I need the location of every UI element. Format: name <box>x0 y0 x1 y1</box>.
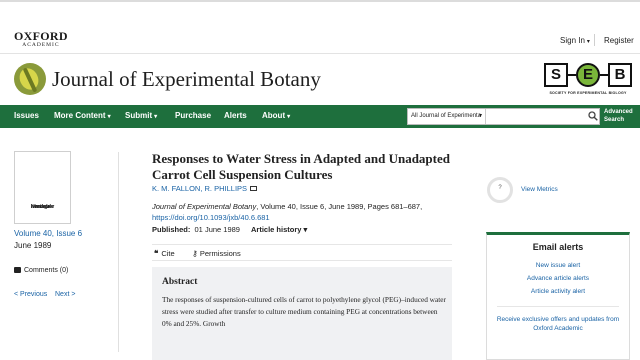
header-divider <box>594 34 595 46</box>
email-icon[interactable] <box>250 186 258 191</box>
article-authors[interactable]: K. M. FALLON, R. PHILLIPS <box>152 184 258 193</box>
publisher-sub: ACADEMIC <box>22 42 60 48</box>
advanced-search-link[interactable]: Advanced Search <box>604 109 633 124</box>
top-border <box>0 0 640 2</box>
nav-purchase[interactable]: Purchase <box>175 111 211 120</box>
chevron-down-icon: ▾ <box>154 114 158 120</box>
journal-banner: Journal of Experimental Botany S E B SOC… <box>0 55 640 105</box>
oxford-academic-logo[interactable]: OXFORD ACADEMIC <box>14 30 68 49</box>
search-icon[interactable] <box>588 111 598 121</box>
seb-letter-e: E <box>576 63 600 87</box>
citation-details: , Volume 40, Issue 6, June 1989, Pages 6… <box>256 202 423 211</box>
chevron-down-icon: ▾ <box>478 113 482 119</box>
issue-cover-placeholder[interactable]: No cover image available <box>14 151 71 224</box>
email-alerts-title: Email alerts <box>532 242 584 252</box>
permissions-button[interactable]: ⚷ Permissions <box>192 249 241 258</box>
nav-more-content[interactable]: More Content ▾ <box>54 111 111 120</box>
publisher-name: OXFORD <box>14 29 68 43</box>
previous-article-link[interactable]: < Previous <box>14 291 47 298</box>
nav-submit[interactable]: Submit ▾ <box>125 111 157 120</box>
seb-letter-b: B <box>608 63 632 87</box>
chevron-down-icon: ▾ <box>586 39 590 45</box>
chevron-down-icon: ▾ <box>303 225 308 234</box>
chevron-down-icon: ▾ <box>287 114 291 120</box>
doi-link[interactable]: https://doi.org/10.1093/jxb/40.6.681 <box>152 213 270 222</box>
published-info: Published: 01 June 1989 <box>152 225 240 234</box>
article-activity-alert-link[interactable]: Article activity alert <box>487 288 629 295</box>
main-nav: Issues More Content ▾ Submit ▾ Purchase Al… <box>0 105 640 128</box>
article-tools: ❝ Cite ⚷ Permissions <box>152 244 452 261</box>
publisher-header: OXFORD ACADEMIC Sign In ▾ Register <box>0 26 640 54</box>
abstract-heading: Abstract <box>162 277 198 287</box>
new-issue-alert-link[interactable]: New issue alert <box>487 262 629 269</box>
sign-in-label: Sign In <box>560 36 585 45</box>
abstract-text: The responses of suspension-cultured cel… <box>162 295 446 328</box>
nav-alerts[interactable]: Alerts <box>224 111 247 120</box>
seb-letter-s: S <box>544 63 568 87</box>
register-link[interactable]: Register <box>604 36 634 45</box>
altmetric-badge-icon[interactable]: ? <box>487 177 513 203</box>
alerts-divider <box>497 306 619 307</box>
key-icon: ⚷ <box>192 249 198 258</box>
chevron-down-icon: ▾ <box>107 114 111 120</box>
advance-article-alerts-link[interactable]: Advance article alerts <box>487 275 629 282</box>
article-history-toggle[interactable]: Article history ▾ <box>251 225 307 234</box>
nav-about[interactable]: About ▾ <box>262 111 290 120</box>
email-alerts-panel: Email alerts New issue alert Advance art… <box>486 232 630 360</box>
quote-icon: ❝ <box>154 249 159 258</box>
comment-icon <box>14 267 21 273</box>
search-bar: All Journal of Experimenta ▾ <box>407 108 600 125</box>
comments-link[interactable]: Comments (0) <box>14 267 68 274</box>
seb-society-logo[interactable]: S E B SOCIETY FOR EXPERIMENTAL BIOLOGY <box>544 63 632 99</box>
search-scope-select[interactable]: All Journal of Experimenta ▾ <box>408 109 486 124</box>
rail-divider <box>118 152 119 352</box>
seb-caption: SOCIETY FOR EXPERIMENTAL BIOLOGY <box>549 91 627 95</box>
cite-button[interactable]: ❝ Cite <box>154 249 175 258</box>
abstract-section: Abstract The responses of suspension-cul… <box>152 267 452 360</box>
view-metrics-link[interactable]: View Metrics <box>521 186 558 193</box>
article-title: Responses to Water Stress in Adapted and… <box>152 151 450 182</box>
sign-in-menu[interactable]: Sign In ▾ <box>560 36 590 45</box>
citation-journal: Journal of Experimental Botany <box>152 202 257 211</box>
volume-issue-link[interactable]: Volume 40, Issue 6 <box>14 229 82 238</box>
next-article-link[interactable]: Next > <box>55 291 75 298</box>
search-input[interactable] <box>487 109 585 124</box>
article-citation: Journal of Experimental Botany, Volume 4… <box>152 201 452 213</box>
journal-logo-icon[interactable] <box>14 63 46 95</box>
issue-date: June 1989 <box>14 241 52 250</box>
nav-issues[interactable]: Issues <box>14 111 39 120</box>
exclusive-offers-link[interactable]: Receive exclusive offers and updates fro… <box>487 315 629 333</box>
journal-title[interactable]: Journal of Experimental Botany <box>52 67 321 92</box>
